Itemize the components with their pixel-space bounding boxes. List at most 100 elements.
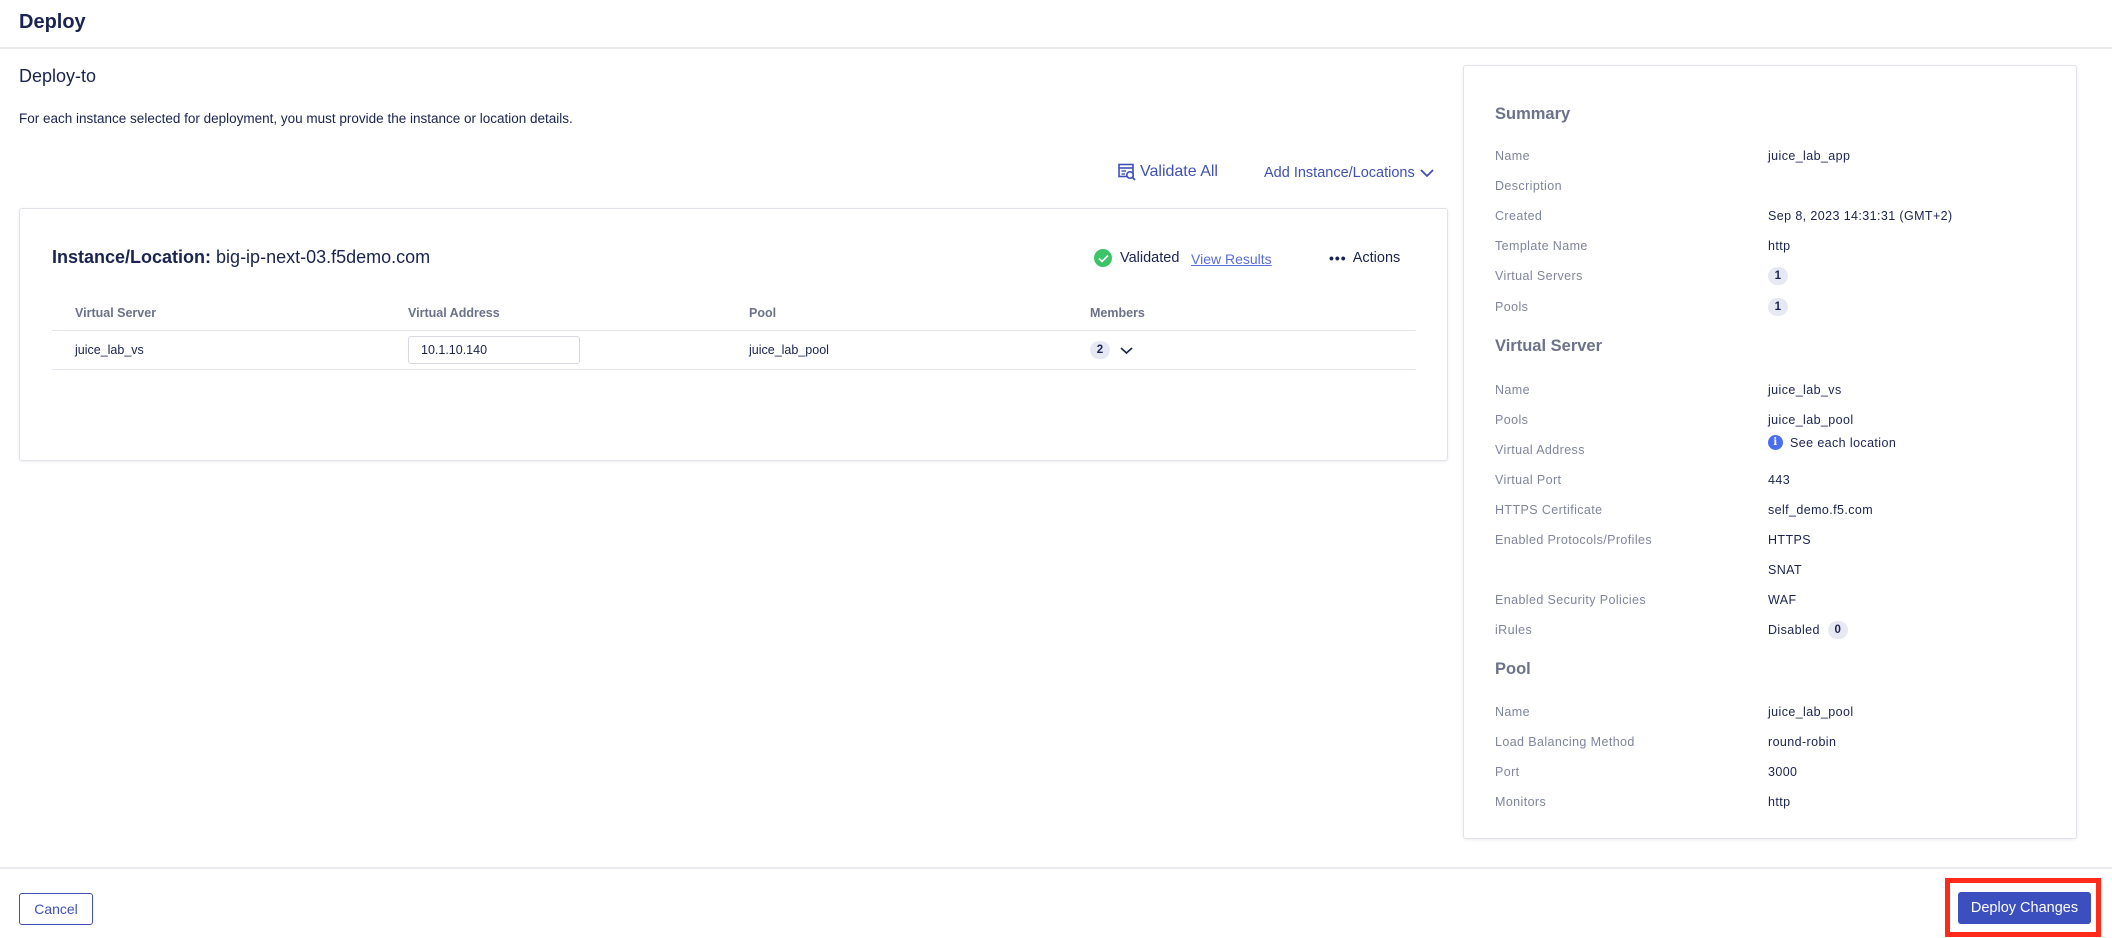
column-header-members: Members bbox=[1090, 305, 1145, 320]
summary-heading: Summary bbox=[1495, 105, 1571, 123]
validate-all-button[interactable]: Validate All bbox=[1118, 163, 1218, 181]
summary-value: 1 bbox=[1768, 298, 1788, 316]
summary-value: 1 bbox=[1768, 267, 1788, 285]
cancel-button[interactable]: Cancel bbox=[19, 893, 93, 925]
chevron-down-icon bbox=[1120, 346, 1133, 354]
summary-value: http bbox=[1768, 795, 1791, 809]
vs-row-virtual-address: Virtual Address i See each location bbox=[1495, 435, 2055, 460]
summary-value: juice_lab_vs bbox=[1768, 383, 1842, 397]
summary-label: Enabled Protocols/Profiles bbox=[1495, 533, 1653, 547]
section-title: Deploy-to bbox=[19, 66, 97, 86]
summary-label: Template Name bbox=[1495, 239, 1588, 253]
pool-heading: Pool bbox=[1495, 660, 1531, 678]
vs-row-enabled-protocols: Enabled Protocols/Profiles HTTPS bbox=[1495, 530, 2055, 550]
instance-table: Virtual Server Virtual Address Pool Memb… bbox=[52, 295, 1416, 370]
pools-count-badge: 1 bbox=[1768, 298, 1788, 316]
summary-row-pools: Pools 1 bbox=[1495, 297, 2055, 317]
summary-label: Created bbox=[1495, 209, 1543, 223]
summary-value: Disabled 0 bbox=[1768, 621, 1848, 639]
vs-row-virtual-port: Virtual Port 443 bbox=[1495, 470, 2055, 490]
vs-row-security-policies: Enabled Security Policies WAF bbox=[1495, 590, 2055, 610]
members-count-badge: 2 bbox=[1090, 341, 1110, 359]
validation-status: Validated bbox=[1094, 249, 1179, 267]
summary-value: juice_lab_pool bbox=[1768, 413, 1854, 427]
page-footer: Cancel Deploy Changes bbox=[0, 867, 2112, 938]
summary-value: i See each location bbox=[1768, 435, 1896, 450]
expand-members-button[interactable] bbox=[1120, 346, 1133, 355]
instance-hostname: big-ip-next-03.f5demo.com bbox=[216, 247, 431, 267]
check-circle-icon bbox=[1094, 249, 1112, 267]
page-title: Deploy bbox=[19, 11, 86, 33]
instance-title: Instance/Location: big-ip-next-03.f5demo… bbox=[52, 247, 430, 268]
vs-row-irules: iRules Disabled 0 bbox=[1495, 620, 2055, 640]
section-description: For each instance selected for deploymen… bbox=[19, 111, 573, 126]
summary-label: HTTPS Certificate bbox=[1495, 503, 1603, 517]
summary-label: Virtual Address bbox=[1495, 443, 1585, 457]
column-header-pool: Pool bbox=[749, 305, 777, 320]
virtual-servers-count-badge: 1 bbox=[1768, 267, 1788, 285]
actions-label: Actions bbox=[1352, 250, 1401, 266]
summary-label: Name bbox=[1495, 383, 1530, 397]
irules-status: Disabled bbox=[1768, 623, 1820, 637]
table-row: juice_lab_vs juice_lab_pool 2 bbox=[52, 331, 1416, 370]
summary-label: iRules bbox=[1495, 623, 1533, 637]
instance-title-label: Instance/Location: bbox=[52, 247, 212, 267]
vs-row-name: Name juice_lab_vs bbox=[1495, 380, 2055, 400]
vs-row-enabled-protocols-cont: SNAT bbox=[1495, 560, 2055, 580]
virtual-address-note: See each location bbox=[1790, 435, 1897, 450]
more-dots-icon: ••• bbox=[1329, 250, 1347, 266]
irules-count-badge: 0 bbox=[1827, 621, 1848, 639]
summary-row-name: Name juice_lab_app bbox=[1495, 146, 2055, 166]
chevron-down-icon bbox=[1420, 169, 1434, 178]
pool-row-port: Port 3000 bbox=[1495, 762, 2055, 782]
summary-label: Name bbox=[1495, 149, 1530, 163]
vs-row-pools: Pools juice_lab_pool bbox=[1495, 410, 2055, 430]
virtual-address-input[interactable] bbox=[408, 336, 580, 364]
summary-value: self_demo.f5.com bbox=[1768, 503, 1874, 517]
summary-value: round-robin bbox=[1768, 735, 1837, 749]
instance-card: Instance/Location: big-ip-next-03.f5demo… bbox=[19, 208, 1448, 461]
validate-search-icon bbox=[1118, 163, 1136, 181]
pool-cell: juice_lab_pool bbox=[749, 343, 829, 357]
virtual-address-cell bbox=[408, 336, 580, 364]
summary-label: Virtual Servers bbox=[1495, 269, 1583, 283]
validate-all-label: Validate All bbox=[1140, 163, 1218, 180]
pool-row-monitors: Monitors http bbox=[1495, 792, 2055, 812]
info-icon: i bbox=[1768, 435, 1783, 450]
vs-row-https-certificate: HTTPS Certificate self_demo.f5.com bbox=[1495, 500, 2055, 520]
add-instance-label: Add Instance/Locations bbox=[1264, 165, 1415, 181]
summary-row-description: Description bbox=[1495, 176, 2055, 196]
members-cell: 2 bbox=[1090, 341, 1133, 359]
summary-value: http bbox=[1768, 239, 1791, 253]
virtual-server-cell: juice_lab_vs bbox=[75, 343, 144, 357]
summary-value: 3000 bbox=[1768, 765, 1798, 779]
summary-label: Pools bbox=[1495, 300, 1529, 314]
summary-value: SNAT bbox=[1768, 563, 1803, 577]
summary-panel: Summary Name juice_lab_app Description C… bbox=[1463, 65, 2077, 839]
summary-row-template-name: Template Name http bbox=[1495, 236, 2055, 256]
summary-row-created: Created Sep 8, 2023 14:31:31 (GMT+2) bbox=[1495, 206, 2055, 226]
actions-menu-button[interactable]: ••• Actions bbox=[1329, 250, 1400, 266]
summary-value: Sep 8, 2023 14:31:31 (GMT+2) bbox=[1768, 209, 1953, 223]
view-results-link[interactable]: View Results bbox=[1191, 251, 1272, 267]
summary-value: HTTPS bbox=[1768, 533, 1811, 547]
summary-value: WAF bbox=[1768, 593, 1797, 607]
summary-label: Enabled Security Policies bbox=[1495, 593, 1647, 607]
summary-value: juice_lab_pool bbox=[1768, 705, 1854, 719]
column-header-virtual-server: Virtual Server bbox=[75, 305, 157, 320]
summary-row-virtual-servers: Virtual Servers 1 bbox=[1495, 266, 2055, 286]
validation-status-text: Validated bbox=[1120, 250, 1180, 266]
summary-label: Port bbox=[1495, 765, 1520, 779]
summary-label: Pools bbox=[1495, 413, 1529, 427]
column-header-virtual-address: Virtual Address bbox=[408, 305, 500, 320]
pool-row-load-balancing: Load Balancing Method round-robin bbox=[1495, 732, 2055, 752]
pool-row-name: Name juice_lab_pool bbox=[1495, 702, 2055, 722]
summary-value: 443 bbox=[1768, 473, 1791, 487]
page-header: Deploy bbox=[0, 0, 2112, 49]
add-instance-locations-dropdown[interactable]: Add Instance/Locations bbox=[1264, 165, 1434, 181]
summary-value: juice_lab_app bbox=[1768, 149, 1851, 163]
summary-label: Name bbox=[1495, 705, 1530, 719]
table-header: Virtual Server Virtual Address Pool Memb… bbox=[52, 295, 1416, 331]
summary-label: Description bbox=[1495, 179, 1562, 193]
deploy-changes-button[interactable]: Deploy Changes bbox=[1958, 892, 2091, 924]
